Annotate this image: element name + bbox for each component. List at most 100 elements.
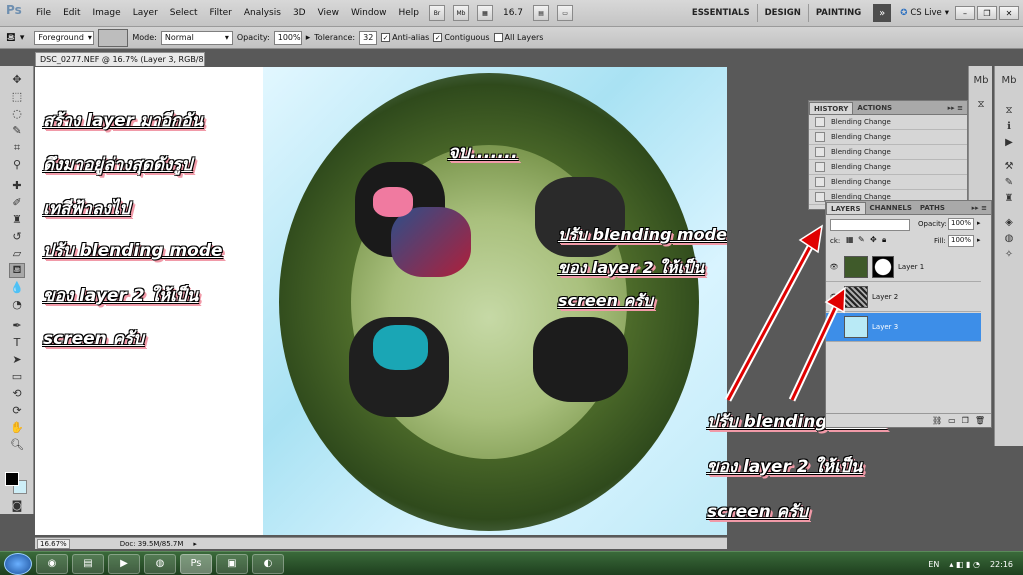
arrange-documents-button[interactable]: ▤ [533,5,550,21]
workspace-essentials[interactable]: ESSENTIALS [685,8,757,18]
history-panel-icon[interactable]: ⧖ [1000,102,1018,118]
minimize-button[interactable]: – [955,6,975,20]
paint-bucket-tool-icon[interactable]: ⛾ [9,263,25,278]
history-item[interactable]: Blending Change [809,160,967,175]
info-panel-icon[interactable]: ℹ [1000,118,1018,134]
menu-edit[interactable]: Edit [57,8,86,18]
hand-tool-icon[interactable]: ✋ [9,420,25,435]
workspace-design[interactable]: DESIGN [758,8,808,18]
menu-file[interactable]: File [30,8,57,18]
foreground-color-swatch[interactable] [5,472,19,486]
all-layers-option[interactable]: All Layers [493,33,543,42]
minibridge-button[interactable]: Mb [452,5,469,21]
taskbar-app-photoshop-icon[interactable]: Ps [180,553,212,574]
tray-icons[interactable]: ▴ ◧ ▮ ◔ [949,560,980,569]
zoom-field[interactable]: 16.67% [37,538,70,549]
history-item[interactable]: Blending Change [809,115,967,130]
link-layers-icon[interactable]: ⛓ [932,416,942,425]
tab-actions[interactable]: ACTIONS [853,102,896,114]
eye-icon[interactable]: ● [828,323,840,331]
taskbar-app-browser-icon[interactable]: ◐ [252,553,284,574]
history-item[interactable]: Blending Change [809,145,967,160]
blend-mode-select[interactable] [830,219,910,231]
minibridge-panel-icon[interactable]: Mb [1000,72,1018,88]
3d-orbit-tool-icon[interactable]: ⟳ [9,403,25,418]
crop-tool-icon[interactable]: ⌗ [9,140,25,155]
tab-history[interactable]: HISTORY [809,102,854,114]
type-tool-icon[interactable]: T [9,335,25,350]
tolerance-input[interactable]: 32 [359,30,378,45]
menu-select[interactable]: Select [164,8,204,18]
dodge-tool-icon[interactable]: ◔ [9,297,25,312]
brush-presets-icon[interactable]: ✎ [1000,174,1018,190]
fill-slider-icon[interactable]: ▸ [977,236,981,244]
layer-row[interactable]: 👁︎ Layer 2 [826,283,981,312]
new-layer-icon[interactable]: ❐ [962,416,969,425]
panel-menu-icon[interactable]: ▸▸ ≡ [944,102,967,114]
minibridge-icon[interactable]: Mb [972,72,990,88]
antialias-option[interactable]: ✓ Anti-alias [381,33,429,42]
tab-layers[interactable]: LAYERS [826,202,866,214]
chevron-down-icon[interactable]: ▾ [20,33,25,43]
menu-image[interactable]: Image [87,8,127,18]
tab-channels[interactable]: CHANNELS [866,202,916,214]
eye-icon[interactable]: 👁︎ [828,293,840,301]
taskbar-app-photos-icon[interactable]: ▣ [216,553,248,574]
taskbar-app-media-icon[interactable]: ▶ [108,553,140,574]
cs-live-button[interactable]: ✪ CS Live ▾ [896,8,953,18]
all-layers-checkbox[interactable] [493,33,503,42]
pen-tool-icon[interactable]: ✒ [9,318,25,333]
layer-row[interactable]: 👁︎ Layer 1 [826,253,981,282]
history-snapshot-box[interactable] [815,132,825,142]
status-menu-icon[interactable]: ▸ [193,540,197,548]
opacity-input[interactable]: 100% [273,30,302,45]
clone-source-icon[interactable]: ♜ [1000,190,1018,206]
fill-input[interactable]: 100% [948,235,974,247]
quick-select-tool-icon[interactable]: ✎ [9,123,25,138]
menu-help[interactable]: Help [392,8,425,18]
3d-rotate-tool-icon[interactable]: ⟲ [9,386,25,401]
clone-stamp-tool-icon[interactable]: ♜ [9,212,25,227]
restore-button[interactable]: ❐ [977,6,997,20]
channels-panel-icon[interactable]: ◍ [1000,230,1018,246]
brush-tool-icon[interactable]: ✐ [9,195,25,210]
panel-menu-icon[interactable]: ▸▸ ≡ [968,202,991,214]
mode-select[interactable]: Normal ▾ [160,30,233,45]
quick-mask-icon[interactable]: ◙ [9,498,25,513]
menu-layer[interactable]: Layer [127,8,164,18]
opacity-slider-icon[interactable]: ▸ [306,33,311,43]
taskbar-app-ie-icon[interactable]: ◉ [36,553,68,574]
eye-icon[interactable]: 👁︎ [828,263,840,271]
pattern-picker[interactable] [98,28,129,47]
workspace-painting[interactable]: PAINTING [809,8,868,18]
bridge-button[interactable]: Br [428,5,445,21]
menu-view[interactable]: View [312,8,345,18]
layer-opacity-input[interactable]: 100% [948,218,974,230]
lock-all-icon[interactable]: 🔒︎ [882,235,886,245]
zoom-level[interactable]: 16.7 [497,8,529,18]
paths-panel-icon[interactable]: ✧ [1000,246,1018,262]
menu-filter[interactable]: Filter [204,8,238,18]
healing-brush-tool-icon[interactable]: ✚ [9,178,25,193]
lasso-tool-icon[interactable]: ◌ [9,106,25,121]
lock-pixels-icon[interactable]: ✎ [858,235,865,244]
move-tool-icon[interactable]: ✥ [9,72,25,87]
zoom-tool-icon[interactable]: 🔍︎ [9,437,25,452]
tab-paths[interactable]: PATHS [916,202,949,214]
path-selection-tool-icon[interactable]: ➤ [9,352,25,367]
history-snapshot-box[interactable] [815,147,825,157]
more-workspaces-icon[interactable]: » [873,4,892,22]
tool-presets-icon[interactable]: ⚒ [1000,158,1018,174]
history-snapshot-box[interactable] [815,162,825,172]
layers-panel-icon[interactable]: ◈ [1000,214,1018,230]
new-group-icon[interactable]: ▭ [948,416,956,425]
history-icon[interactable]: ⧖ [972,96,990,112]
marquee-tool-icon[interactable]: ⬚ [9,89,25,104]
paint-bucket-icon[interactable]: ⛾ [6,30,16,46]
lock-position-icon[interactable]: ✥ [870,235,877,244]
screen-mode-button[interactable]: ▭ [557,5,574,21]
lock-transparent-icon[interactable]: ▦ [846,235,854,244]
history-snapshot-box[interactable] [815,177,825,187]
menu-3d[interactable]: 3D [287,8,312,18]
shape-tool-icon[interactable]: ▭ [9,369,25,384]
